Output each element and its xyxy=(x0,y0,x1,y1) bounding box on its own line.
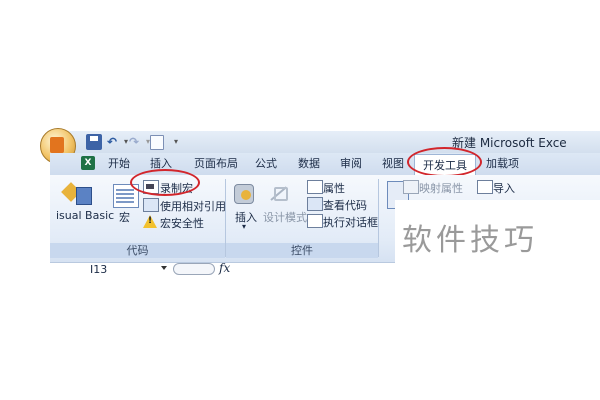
visual-basic-button[interactable]: isual Basic xyxy=(56,209,114,222)
design-mode-icon[interactable] xyxy=(268,183,292,205)
design-mode-button[interactable]: 设计模式 xyxy=(263,209,307,225)
macro-security-button[interactable]: 宏安全性 xyxy=(160,215,204,231)
window-title: 新建 Microsoft Exce xyxy=(452,136,567,150)
macros-button[interactable]: 宏 xyxy=(119,209,130,225)
run-dialog-icon[interactable] xyxy=(307,214,323,228)
tab-addins[interactable]: 加载项 xyxy=(486,156,519,172)
tab-view[interactable]: 视图 xyxy=(382,156,404,172)
insert-control-icon[interactable] xyxy=(232,182,256,206)
view-code-button[interactable]: 查看代码 xyxy=(323,197,367,213)
controls-group-label: 控件 xyxy=(226,243,378,258)
tab-data[interactable]: 数据 xyxy=(298,156,320,172)
use-relative-reference-button[interactable]: 使用相对引用 xyxy=(160,198,226,214)
insert-dropdown-icon[interactable]: ▾ xyxy=(242,222,246,231)
properties-icon[interactable] xyxy=(307,180,323,194)
map-properties-button[interactable]: 映射属性 xyxy=(419,180,463,196)
properties-button[interactable]: 属性 xyxy=(323,180,345,196)
tab-home[interactable]: 开始 xyxy=(108,156,130,172)
watermark-text: 软件技巧 xyxy=(402,223,538,258)
run-dialog-button[interactable]: 执行对话框 xyxy=(323,214,378,230)
print-preview-icon[interactable] xyxy=(150,135,164,150)
tab-review[interactable]: 审阅 xyxy=(340,156,362,172)
import-button[interactable]: 导入 xyxy=(493,180,515,196)
excel-file-icon: X xyxy=(81,156,95,170)
name-box[interactable]: I13 xyxy=(90,263,107,276)
name-box-dropdown-icon[interactable] xyxy=(161,266,167,270)
insert-function-icon[interactable]: fx xyxy=(219,261,230,275)
view-code-icon[interactable] xyxy=(307,197,323,211)
save-icon[interactable] xyxy=(86,134,102,150)
group-separator xyxy=(378,179,379,257)
office-logo-icon xyxy=(50,137,64,153)
warning-mark: ! xyxy=(148,216,153,226)
relative-reference-icon[interactable] xyxy=(143,198,159,212)
excel-screenshot: ↶ ▾ ↷ ▾ ▾ 新建 Microsoft Exce X 开始 插入 页面布局… xyxy=(0,0,600,400)
tab-page-layout[interactable]: 页面布局 xyxy=(194,156,238,172)
developer-tab-highlight xyxy=(407,147,482,177)
code-group-label: 代码 xyxy=(50,243,225,258)
formula-bar-divider xyxy=(173,263,215,275)
quick-access-customize-icon[interactable]: ▾ xyxy=(168,134,184,150)
tab-formulas[interactable]: 公式 xyxy=(255,156,277,172)
import-icon[interactable] xyxy=(477,180,493,194)
map-properties-icon[interactable] xyxy=(403,180,419,194)
record-macro-highlight xyxy=(130,169,200,196)
visual-basic-icon[interactable] xyxy=(62,183,92,205)
